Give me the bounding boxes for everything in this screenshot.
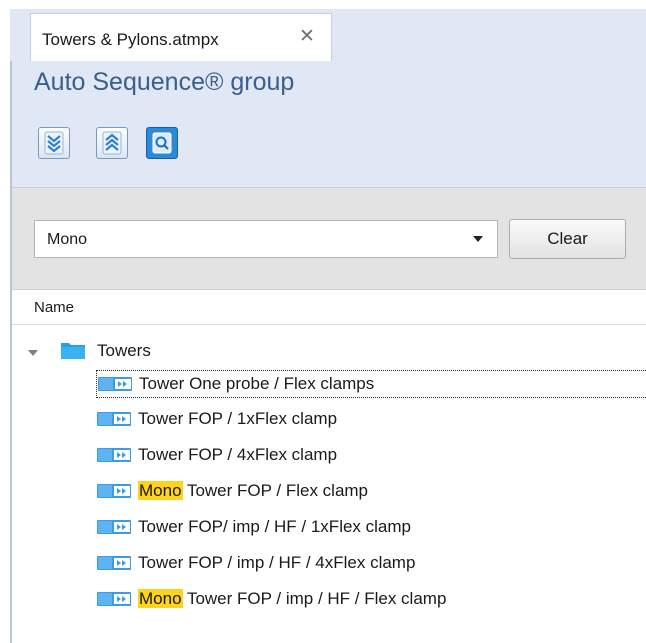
tree-item-text: Tower FOP / imp / HF / 4xFlex clamp	[138, 553, 416, 572]
tree-item-label: Tower FOP / 4xFlex clamp	[138, 445, 337, 465]
tree-folder-towers[interactable]: Towers	[97, 341, 151, 361]
tree-item-text: Tower One probe / Flex clamps	[139, 374, 375, 393]
auto-sequence-icon	[97, 520, 131, 534]
column-name-label: Name	[34, 299, 75, 316]
tree-item-label: Tower FOP / imp / HF / 4xFlex clamp	[138, 553, 415, 573]
tree-item[interactable]: Mono Tower FOP / imp / HF / Flex clamp	[96, 586, 646, 614]
auto-sequence-icon	[97, 448, 131, 462]
auto-sequence-icon	[97, 484, 131, 498]
clear-button[interactable]: Clear	[509, 219, 626, 259]
search-match-highlight: Mono	[138, 481, 183, 500]
panel-title: Auto Sequence® group	[34, 68, 295, 96]
tree-item-text: Tower FOP / Flex clamp	[182, 481, 369, 500]
tree-item[interactable]: Tower One probe / Flex clamps	[96, 370, 646, 398]
auto-sequence-icon	[97, 592, 131, 606]
search-icon	[152, 132, 172, 154]
auto-sequence-icon	[98, 377, 132, 391]
close-icon[interactable]: ✕	[299, 27, 315, 47]
expand-all-icon	[44, 131, 64, 155]
tree-item-label: Tower FOP/ imp / HF / 1xFlex clamp	[138, 517, 411, 537]
tree-item-text: Tower FOP / 1xFlex clamp	[138, 409, 338, 428]
chevron-down-icon[interactable]	[473, 236, 483, 242]
tree-item-text: Tower FOP/ imp / HF / 1xFlex clamp	[138, 517, 411, 536]
column-header[interactable]: Name	[12, 289, 646, 325]
collapse-arrow-icon[interactable]	[28, 350, 38, 356]
filter-combobox[interactable]: Mono	[34, 220, 498, 258]
folder-icon	[61, 343, 85, 359]
tab-strip: Towers & Pylons.atmpx ✕	[0, 0, 646, 61]
tree-item[interactable]: Mono Tower FOP / Flex clamp	[96, 478, 646, 506]
tree-item[interactable]: Tower FOP / 1xFlex clamp	[96, 406, 646, 434]
auto-sequence-icon	[97, 556, 131, 570]
tree-item-label: Mono Tower FOP / Flex clamp	[138, 481, 368, 501]
tree-item-label: Mono Tower FOP / imp / HF / Flex clamp	[138, 589, 446, 609]
tree-item-text: Tower FOP / imp / HF / Flex clamp	[182, 589, 447, 608]
tree-item-label: Tower FOP / 1xFlex clamp	[138, 409, 337, 429]
filter-value: Mono	[47, 231, 88, 248]
collapse-all-icon	[102, 131, 122, 155]
search-toggle-button[interactable]	[146, 127, 178, 159]
search-match-highlight: Mono	[138, 589, 183, 608]
auto-sequence-icon	[97, 412, 131, 426]
collapse-all-button[interactable]	[96, 127, 128, 159]
tree-item[interactable]: Tower FOP/ imp / HF / 1xFlex clamp	[96, 514, 646, 542]
document-tab[interactable]: Towers & Pylons.atmpx ✕	[30, 13, 332, 61]
tab-title: Towers & Pylons.atmpx	[42, 30, 219, 49]
tree-item-text: Tower FOP / 4xFlex clamp	[138, 445, 338, 464]
expand-all-button[interactable]	[38, 127, 70, 159]
tree-item[interactable]: Tower FOP / 4xFlex clamp	[96, 442, 646, 470]
tree-item[interactable]: Tower FOP / imp / HF / 4xFlex clamp	[96, 550, 646, 578]
tree-item-label: Tower One probe / Flex clamps	[139, 374, 374, 394]
